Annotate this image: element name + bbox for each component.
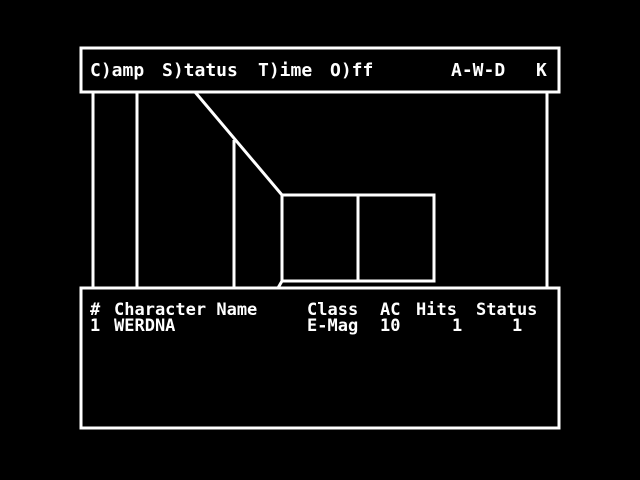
character-ac: 10 xyxy=(380,316,401,336)
movement-keys-command[interactable]: A-W-D xyxy=(451,60,505,81)
kick-command[interactable]: K xyxy=(536,60,547,81)
time-command[interactable]: T)ime xyxy=(258,60,312,81)
character-number: 1 xyxy=(90,316,101,336)
roster-row[interactable]: 1 WERDNA E-Mag 10 1 1 xyxy=(90,316,550,336)
corridor-ceiling-diagonal xyxy=(193,91,284,196)
off-command[interactable]: O)ff xyxy=(330,60,373,81)
character-name: WERDNA xyxy=(114,316,176,336)
camp-command[interactable]: C)amp xyxy=(90,60,144,81)
command-menu: C)amp S)tatus T)ime O)ff A-W-D K xyxy=(90,60,550,81)
character-class: E-Mag xyxy=(307,316,359,336)
character-status: 1 xyxy=(512,316,523,336)
character-hits: 1 xyxy=(452,316,463,336)
status-command[interactable]: S)tatus xyxy=(162,60,238,81)
